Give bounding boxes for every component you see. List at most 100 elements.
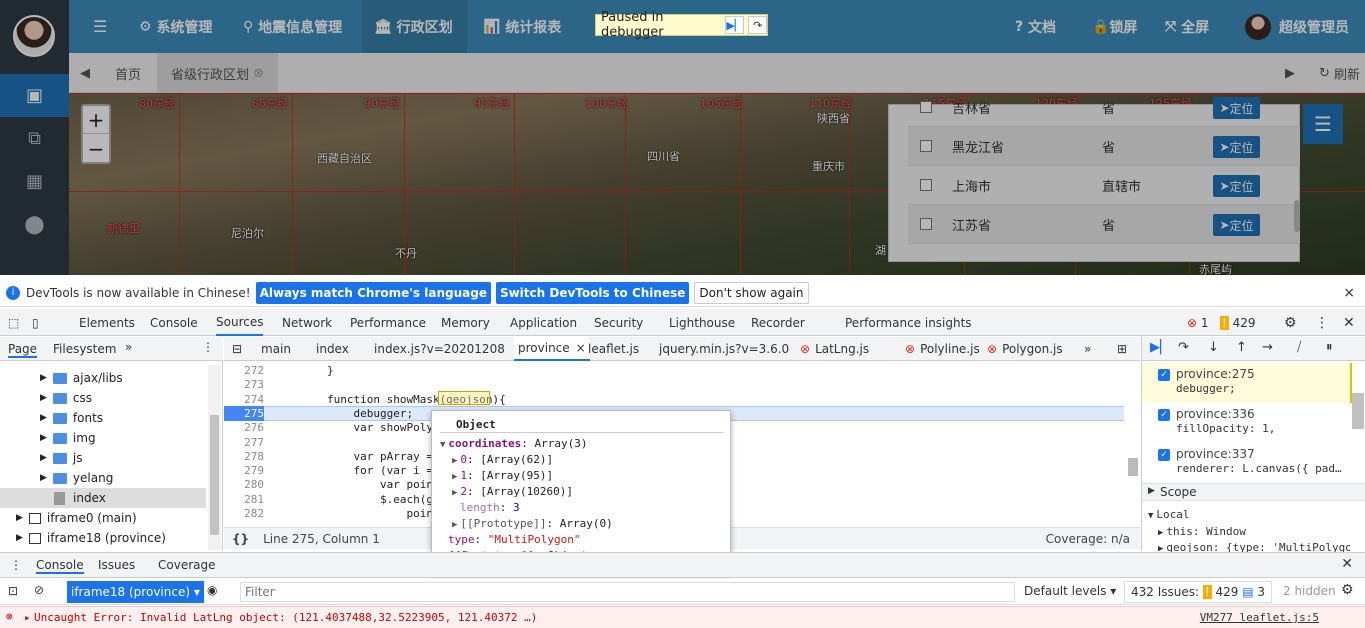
devtools-tab-performance-insights[interactable]: Performance insights — [845, 309, 972, 336]
file-tree-item[interactable]: index — [0, 488, 206, 508]
devtools-tab-performance[interactable]: Performance — [350, 309, 426, 336]
breakpoint-item[interactable]: ✓ province:275 debugger; — [1142, 363, 1352, 403]
deactivate-breakpoints-icon[interactable]: ⧸ — [1297, 340, 1301, 355]
resume-icon[interactable]: ▶▏ — [725, 16, 745, 34]
clear-console-icon[interactable]: ⊘ — [34, 583, 44, 597]
resume-icon[interactable]: ▶▏ — [1150, 340, 1170, 355]
scope-entry[interactable]: ▶ this: Window — [1158, 525, 1350, 538]
object-property[interactable]: ▶ 1: [Array(95)] — [452, 469, 553, 482]
file-tree-item[interactable]: ▶ js — [40, 448, 83, 468]
more-tabs-icon[interactable]: » — [1084, 337, 1091, 361]
scope-header[interactable]: ▶ Scope — [1142, 483, 1365, 501]
source-tab[interactable]: jquery.min.js?v=3.6.0 — [659, 337, 789, 361]
object-property[interactable]: ▼ coordinates: Array(3) — [440, 437, 588, 450]
expand-arrow-icon[interactable]: ▸ — [24, 611, 31, 624]
step-out-icon[interactable]: ↑ — [1236, 340, 1247, 355]
line-number[interactable]: 273 — [224, 378, 264, 391]
close-icon[interactable]: × — [1343, 285, 1355, 301]
line-number[interactable]: 274 — [224, 393, 264, 406]
devtools-tab-memory[interactable]: Memory — [441, 309, 490, 336]
code-scrollbar[interactable] — [1128, 458, 1138, 476]
devtools-tab-network[interactable]: Network — [282, 309, 332, 336]
close-icon[interactable]: × — [576, 341, 586, 355]
object-property[interactable]: type: "MultiPolygon" — [448, 533, 580, 546]
close-icon[interactable]: ✕ — [1341, 556, 1353, 572]
devtools-tab-elements[interactable]: Elements — [79, 309, 135, 336]
line-number[interactable]: 278 — [224, 450, 264, 463]
tab-issues[interactable]: Issues — [98, 558, 135, 572]
source-tab[interactable]: index.js?v=20201208 — [374, 337, 505, 361]
file-tree-item[interactable]: ▶ img — [40, 428, 96, 448]
match-language-button[interactable]: Always match Chrome's language — [255, 281, 491, 304]
step-over-icon[interactable]: ↷ — [1178, 340, 1189, 355]
gear-icon[interactable]: ⚙ — [1284, 309, 1297, 336]
file-tree-item[interactable]: ▶ yelang — [40, 468, 113, 488]
frame-item[interactable]: ▶ iframe0 (main) — [16, 508, 137, 528]
eye-icon[interactable]: ◉ — [207, 583, 217, 597]
tab-filesystem[interactable]: Filesystem — [53, 342, 116, 356]
devtools-tab-recorder[interactable]: Recorder — [751, 309, 805, 336]
error-source-link[interactable]: VM277 leaflet.js:5 — [1200, 611, 1319, 624]
breakpoint-item[interactable]: ✓ province:337 renderer: L.canvas({ pad… — [1142, 443, 1352, 483]
more-icon[interactable]: ⋮ — [1315, 309, 1329, 336]
line-number[interactable]: 275 — [224, 407, 264, 420]
dont-show-button[interactable]: Don't show again — [694, 281, 809, 304]
devtools-tab-security[interactable]: Security — [594, 309, 643, 336]
breakpoint-item[interactable]: ✓ province:336 fillOpacity: 1, — [1142, 403, 1352, 443]
issues-button[interactable]: 432 Issues: ! 429 ▤ 3 — [1124, 581, 1273, 603]
more-tabs-icon[interactable]: » — [125, 340, 132, 354]
devtools-tab-application[interactable]: Application — [510, 309, 577, 336]
pause-exceptions-icon[interactable]: ⏸ — [1326, 340, 1333, 355]
object-property[interactable]: length: 3 — [460, 501, 520, 514]
sidebar-toggle-icon[interactable]: ⊡ — [8, 584, 18, 598]
source-tab[interactable]: ⊗ LatLng.js — [800, 337, 869, 361]
file-tree-item[interactable]: ▶ fonts — [40, 408, 103, 428]
braces-icon[interactable]: {} — [232, 532, 249, 546]
source-tab[interactable]: province × — [514, 337, 590, 361]
debugger-scrollbar[interactable] — [1352, 393, 1364, 429]
step-over-icon[interactable]: ↷ — [748, 16, 767, 34]
file-tree-item[interactable]: ▶ css — [40, 388, 92, 408]
source-tab[interactable]: leaflet.js — [588, 337, 639, 361]
source-tab[interactable]: ⊗ Polyline.js — [905, 337, 980, 361]
object-property[interactable]: ▶ [[Prototype]]: Array(0) — [452, 517, 613, 530]
devtools-tab-lighthouse[interactable]: Lighthouse — [669, 309, 735, 336]
line-number[interactable]: 272 — [224, 364, 264, 377]
tab-console[interactable]: Console — [36, 558, 84, 574]
frame-item[interactable]: ▶ iframe18 (province) — [16, 528, 166, 548]
devtools-tab-sources[interactable]: Sources — [216, 309, 264, 336]
error-badge[interactable]: ⊗ 1 — [1187, 309, 1209, 336]
line-number[interactable]: 277 — [224, 436, 264, 449]
navigator-scrollbar[interactable] — [208, 365, 221, 550]
source-tab[interactable]: index — [316, 337, 349, 361]
context-select[interactable]: iframe18 (province) ▾ — [67, 581, 204, 603]
file-tree-item[interactable]: ▶ ajax/libs — [40, 368, 123, 388]
filter-input[interactable] — [240, 582, 1015, 602]
line-number[interactable]: 282 — [224, 507, 264, 520]
gear-icon[interactable]: ⚙ — [1341, 582, 1354, 598]
scope-entry[interactable]: ▼ Local — [1148, 508, 1350, 521]
tab-coverage[interactable]: Coverage — [158, 558, 216, 572]
devtools-tab-console[interactable]: Console — [150, 309, 198, 336]
inspect-icon[interactable]: ⬚ — [8, 309, 19, 336]
source-tab[interactable]: main — [261, 337, 291, 361]
step-icon[interactable]: → — [1262, 340, 1273, 355]
checkbox-icon[interactable]: ✓ — [1158, 409, 1170, 421]
object-property[interactable]: ▶ 0: [Array(62)] — [452, 453, 553, 466]
close-icon[interactable]: ✕ — [1343, 309, 1355, 336]
checkbox-icon[interactable]: ✓ — [1158, 449, 1170, 461]
warning-badge[interactable]: ! 429 — [1220, 309, 1256, 336]
step-into-icon[interactable]: ↓ — [1208, 340, 1219, 355]
toggle-navigator-icon[interactable]: ⊟ — [232, 337, 242, 361]
line-number[interactable]: 280 — [224, 478, 264, 491]
more-icon[interactable]: ⋮ — [202, 340, 214, 354]
switch-chinese-button[interactable]: Switch DevTools to Chinese — [495, 281, 690, 304]
object-property[interactable]: ▶ 2: [Array(10260)] — [452, 485, 573, 498]
source-tab[interactable]: ⊗ Polygon.js — [987, 337, 1063, 361]
toggle-debugger-icon[interactable]: ⊞ — [1117, 337, 1127, 361]
line-number[interactable]: 281 — [224, 493, 264, 506]
levels-dropdown[interactable]: Default levels ▾ — [1024, 584, 1116, 598]
tab-page[interactable]: Page — [8, 342, 38, 358]
line-number[interactable]: 279 — [224, 464, 264, 477]
checkbox-icon[interactable]: ✓ — [1158, 369, 1170, 381]
